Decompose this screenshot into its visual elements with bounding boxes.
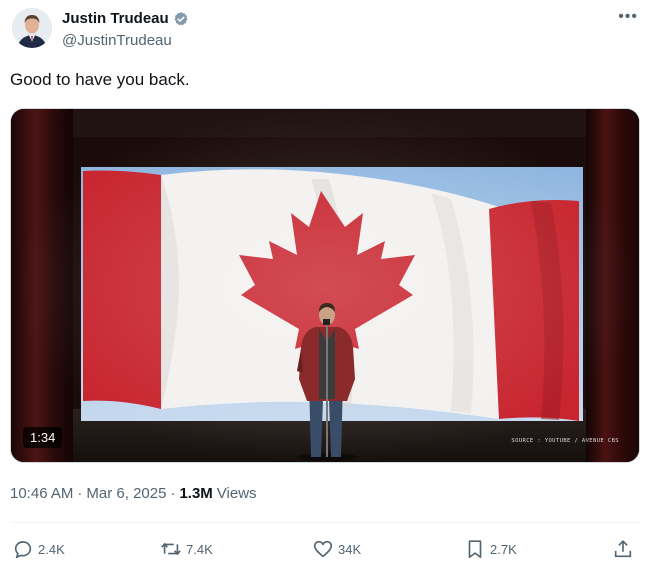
video-thumbnail (11, 109, 639, 462)
bookmark-count: 2.7K (490, 541, 517, 557)
author-avatar[interactable] (12, 8, 52, 48)
author-handle[interactable]: @JustinTrudeau (62, 32, 172, 49)
action-bar: 2.4K 7.4K 34K 2.7K (10, 538, 640, 564)
like-count: 34K (338, 541, 362, 557)
tweet-date[interactable]: Mar 6, 2025 (86, 485, 166, 502)
bookmark-icon (468, 540, 482, 559)
tweet-meta: 10:46 AM · Mar 6, 2025 · 1.3M Views (10, 485, 257, 502)
author-display-name[interactable]: Justin Trudeau (62, 10, 169, 27)
reply-icon (14, 541, 32, 559)
video-source-caption: SOURCE : YOUTUBE / AVENUE CBS (511, 438, 619, 444)
repost-button[interactable]: 7.4K (160, 538, 213, 560)
meta-separator: · (77, 485, 83, 502)
video-player[interactable]: 1:34 SOURCE : YOUTUBE / AVENUE CBS (10, 108, 640, 463)
meta-separator: · (170, 485, 176, 502)
reply-count: 2.4K (38, 541, 65, 557)
reply-button[interactable]: 2.4K (12, 538, 65, 560)
views-label: Views (216, 485, 257, 502)
tweet-header: Justin Trudeau @JustinTrudeau ••• (12, 8, 642, 54)
repost-count: 7.4K (186, 541, 213, 557)
views-count: 1.3M (179, 485, 213, 502)
tweet-text: Good to have you back. (10, 70, 190, 89)
share-icon (614, 540, 632, 558)
video-duration-badge: 1:34 (23, 427, 63, 448)
author-name-row[interactable]: Justin Trudeau (62, 10, 189, 27)
share-button[interactable] (612, 538, 638, 560)
tweet-time[interactable]: 10:46 AM (10, 485, 73, 502)
heart-icon (313, 540, 333, 558)
like-button[interactable]: 34K (312, 538, 361, 560)
bookmark-button[interactable]: 2.7K (464, 538, 517, 560)
repost-icon (161, 542, 181, 556)
divider (10, 522, 640, 523)
verified-badge-icon (174, 11, 188, 25)
more-options-icon[interactable]: ••• (618, 8, 638, 26)
